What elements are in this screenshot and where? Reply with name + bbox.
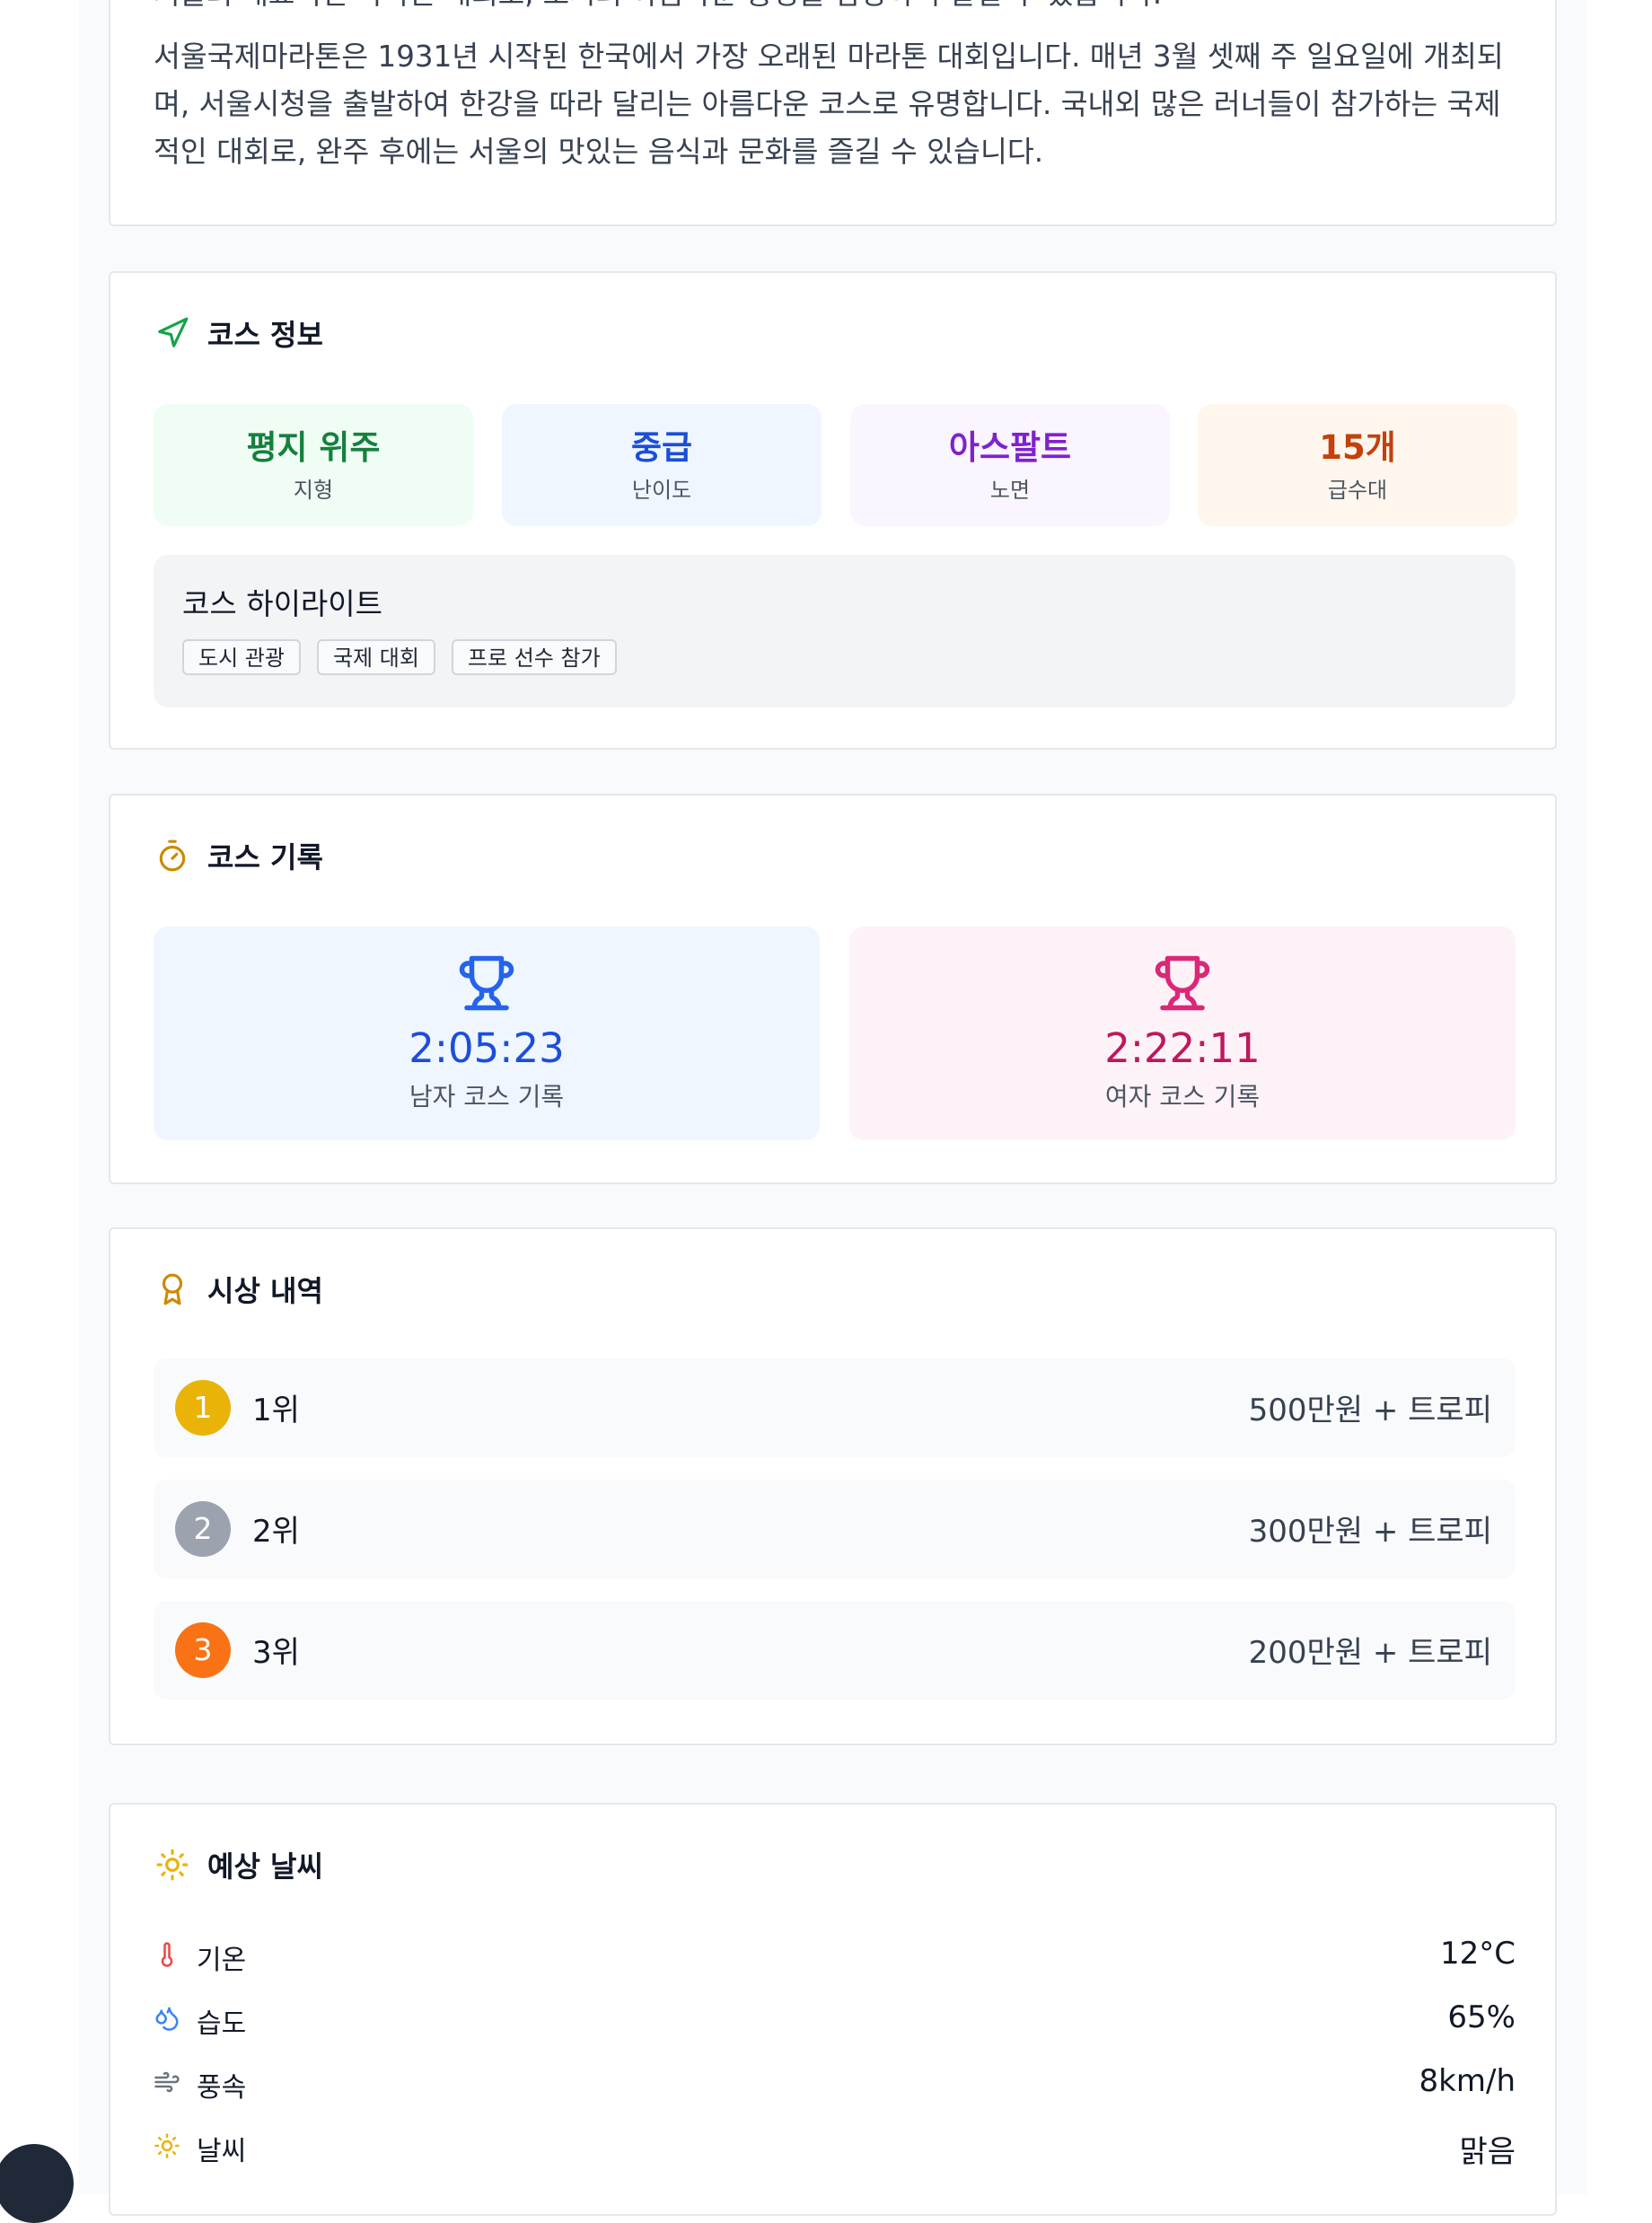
course-info-title: 코스 정보 <box>207 318 323 352</box>
prizes-title: 시상 내역 <box>207 1274 323 1308</box>
stat-label: 난이도 <box>631 478 692 503</box>
prizes-card: 시상 내역 1 1위 500만원 + 트로피 2 2위 300만원 + 트로피 … <box>109 1227 1557 1745</box>
intro-card: 서울의 대표적인 마라톤 대회로, 도시의 아름다운 풍경을 감상하며 달릴 수… <box>109 0 1557 226</box>
stat-terrain: 평지 위주 지형 <box>154 404 473 526</box>
weather-row-humidity: 습도 65% <box>154 1996 1516 2041</box>
stat-value: 15개 <box>1319 428 1396 467</box>
intro-cut-line: 서울의 대표적인 마라톤 대회로, 도시의 아름다운 풍경을 감상하며 달릴 수… <box>154 0 1162 13</box>
record-time: 2:05:23 <box>409 1024 565 1072</box>
weather-value: 8km/h <box>1419 2063 1516 2099</box>
prize-amount: 300만원 + 트로피 <box>1248 1514 1492 1550</box>
prize-rank: 3위 <box>252 1635 300 1671</box>
weather-label: 기온 <box>197 1945 247 1976</box>
stat-water-stations: 15개 급수대 <box>1198 404 1517 526</box>
award-icon <box>162 1273 183 1305</box>
rank-badge: 1 <box>175 1380 231 1436</box>
stat-value: 평지 위주 <box>246 428 381 467</box>
weather-row-condition: 날씨 맑음 <box>154 2123 1516 2170</box>
course-records-title: 코스 기록 <box>207 840 323 874</box>
weather-label: 습도 <box>197 2008 247 2040</box>
stat-label: 지형 <box>293 478 334 503</box>
prize-amount: 200만원 + 트로피 <box>1248 1635 1492 1671</box>
record-label: 여자 코스 기록 <box>1104 1082 1261 1112</box>
sun-icon <box>156 1849 189 1881</box>
wind-icon <box>154 2071 180 2093</box>
weather-row-temperature: 기온 12°C <box>154 1932 1516 1977</box>
stat-value: 아스팔트 <box>948 428 1072 467</box>
rank-badge: 3 <box>175 1622 231 1678</box>
prize-row: 1 1위 500만원 + 트로피 <box>154 1358 1516 1457</box>
highlight-tag: 국제 대회 <box>316 639 435 675</box>
stat-difficulty: 중급 난이도 <box>502 404 822 526</box>
prizes-heading: 시상 내역 <box>155 1269 323 1310</box>
weather-heading: 예상 날씨 <box>155 1844 323 1885</box>
course-info-heading: 코스 정보 <box>155 312 323 354</box>
weather-row-wind: 풍속 8km/h <box>154 2060 1516 2104</box>
stat-label: 급수대 <box>1327 478 1388 503</box>
record-women: 2:22:11 여자 코스 기록 <box>849 927 1516 1140</box>
weather-label: 풍속 <box>197 2072 247 2104</box>
thermometer-icon <box>161 1942 173 1967</box>
weather-value: 65% <box>1447 1999 1516 2035</box>
course-info-card: 코스 정보 평지 위주 지형 중급 난이도 아스팔트 노면 15개 급수대 코스… <box>109 271 1557 750</box>
prize-amount: 500만원 + 트로피 <box>1248 1393 1492 1428</box>
droplets-icon <box>155 2007 179 2031</box>
prize-rank: 2위 <box>252 1514 300 1550</box>
prize-rank: 1위 <box>252 1393 300 1428</box>
weather-value: 12°C <box>1439 1936 1516 1972</box>
course-records-heading: 코스 기록 <box>155 835 323 876</box>
course-highlights: 코스 하이라이트 도시 관광 국제 대회 프로 선수 참가 <box>154 555 1516 707</box>
weather-label: 날씨 <box>197 2136 247 2167</box>
highlights-title: 코스 하이라이트 <box>182 586 383 621</box>
stat-surface: 아스팔트 노면 <box>850 404 1170 526</box>
stat-label: 노면 <box>989 478 1031 503</box>
record-label: 남자 코스 기록 <box>409 1082 565 1112</box>
intro-paragraph: 서울국제마라톤은 1931년 시작된 한국에서 가장 오래된 마라톤 대회입니다… <box>154 40 1504 169</box>
highlight-tags: 도시 관광 국제 대회 프로 선수 참가 <box>182 639 617 675</box>
prize-row: 2 2위 300만원 + 트로피 <box>154 1480 1516 1578</box>
navigation-icon <box>158 317 189 347</box>
stopwatch-icon <box>159 839 186 872</box>
highlight-tag: 프로 선수 참가 <box>451 639 617 675</box>
record-time: 2:22:11 <box>1104 1024 1261 1072</box>
weather-value: 맑음 <box>1459 2134 1516 2170</box>
record-men: 2:05:23 남자 코스 기록 <box>154 927 820 1140</box>
rank-badge: 2 <box>175 1501 231 1557</box>
prize-row: 3 3위 200만원 + 트로피 <box>154 1601 1516 1700</box>
stat-value: 중급 <box>630 428 693 467</box>
floating-action-button[interactable] <box>0 2144 74 2223</box>
highlight-tag: 도시 관광 <box>182 639 301 675</box>
trophy-icon <box>459 955 514 1011</box>
weather-title: 예상 날씨 <box>207 1850 323 1884</box>
sun-icon <box>154 2133 180 2158</box>
weather-card: 예상 날씨 기온 12°C 습도 65% 풍속 8km/h 날씨 맑음 <box>109 1803 1557 2216</box>
trophy-icon <box>1155 955 1210 1011</box>
course-records-card: 코스 기록 2:05:23 남자 코스 기록 2:22:11 여자 코스 기록 <box>109 794 1557 1184</box>
